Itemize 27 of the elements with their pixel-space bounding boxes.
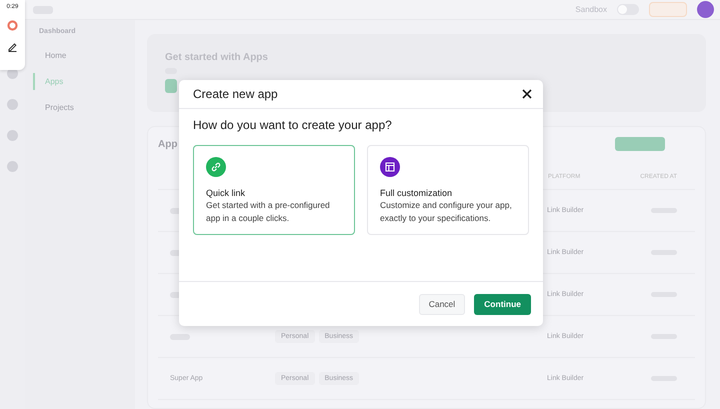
cancel-button[interactable]: Cancel: [418, 294, 466, 314]
avatar[interactable]: [697, 1, 714, 18]
continue-button[interactable]: Continue: [474, 294, 531, 314]
sidebar-item[interactable]: Projects: [33, 99, 135, 116]
sidebar-item[interactable]: Apps: [33, 73, 135, 90]
layout-icon: [380, 157, 400, 177]
option-card[interactable]: Full customization Customize and configure your app, exactly to your specifications.: [367, 145, 529, 235]
create-button[interactable]: [615, 137, 665, 151]
nav-icon[interactable]: [7, 161, 18, 172]
pencil-icon[interactable]: [7, 41, 18, 52]
option-description: Get started with a pre-configured app in a couple clicks.: [206, 199, 331, 225]
record-icon[interactable]: [7, 20, 18, 31]
card-title: App: [158, 138, 178, 150]
nav-icon[interactable]: [7, 130, 18, 141]
option-card[interactable]: Quick link Get started with a pre-configured app in a couple clicks.: [193, 145, 355, 235]
option-title: Quick link: [206, 188, 246, 198]
close-icon[interactable]: [521, 88, 533, 100]
header-button[interactable]: [649, 2, 687, 17]
option-title: Full customization: [380, 188, 454, 198]
nav-icon[interactable]: [7, 99, 18, 110]
sandbox-label: Sandbox: [575, 5, 607, 14]
modal-title: Create new app: [193, 87, 278, 101]
banner-button[interactable]: [165, 79, 177, 93]
option-description: Customize and configure your app, exactly to your specifications.: [380, 199, 513, 225]
modal-question: How do you want to create your app?: [193, 118, 393, 132]
link-icon: [206, 157, 226, 177]
sidebar-item[interactable]: Home: [33, 47, 135, 64]
